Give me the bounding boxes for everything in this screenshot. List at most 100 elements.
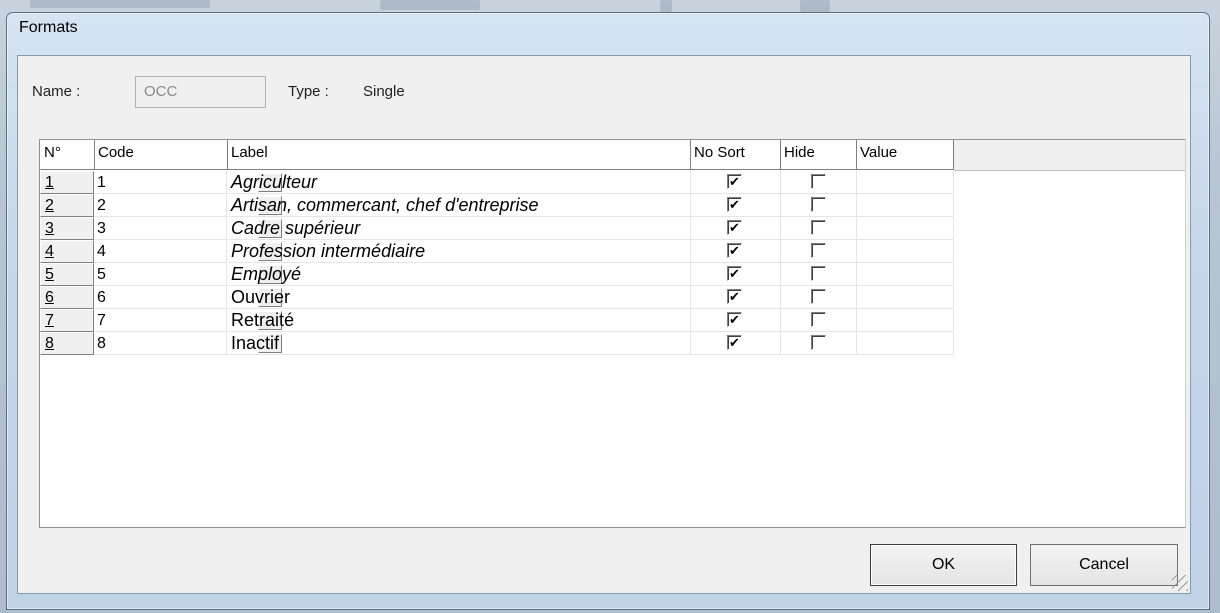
no-sort-cell: ✔ <box>691 332 781 355</box>
label-cell[interactable]: Artisan, commercant, chef d'entreprise <box>228 194 691 217</box>
value-cell[interactable] <box>857 171 954 194</box>
row-number-button[interactable]: 6 <box>40 286 94 309</box>
label-cell[interactable]: Profession intermédiaire <box>228 240 691 263</box>
code-value: 6 <box>97 289 106 306</box>
row-number-button[interactable]: 1 <box>40 171 94 194</box>
no-sort-checkbox[interactable]: ✔ <box>727 289 742 304</box>
code-value: 8 <box>97 335 106 352</box>
formats-dialog: Formats Name : OCC Type : Single N° Code… <box>6 12 1210 610</box>
label-cell[interactable]: Cadre supérieur <box>228 217 691 240</box>
code-cell[interactable]: 7 <box>95 309 282 332</box>
hide-checkbox[interactable] <box>811 312 826 327</box>
label-cell[interactable]: Ouvrier <box>228 286 691 309</box>
cancel-button[interactable]: Cancel <box>1030 544 1178 586</box>
code-cell[interactable]: 4 <box>95 240 282 263</box>
no-sort-checkbox[interactable]: ✔ <box>727 335 742 350</box>
column-header-number[interactable]: N° <box>40 140 95 170</box>
formats-grid[interactable]: N° Code Label No Sort Hide Value 1 1 Agric… <box>39 139 1186 528</box>
code-cell[interactable]: 1 <box>95 171 282 194</box>
hide-checkbox[interactable] <box>811 220 826 235</box>
column-header-hide[interactable]: Hide <box>781 140 857 170</box>
hide-cell <box>781 332 857 355</box>
hide-cell <box>781 217 857 240</box>
column-header-code[interactable]: Code <box>95 140 228 170</box>
value-cell[interactable] <box>857 263 954 286</box>
no-sort-cell: ✔ <box>691 309 781 332</box>
hide-checkbox[interactable] <box>811 243 826 258</box>
row-number-button[interactable]: 5 <box>40 263 94 286</box>
no-sort-checkbox[interactable]: ✔ <box>727 312 742 327</box>
table-row[interactable]: 4 4 Profession intermédiaire ✔ <box>40 240 954 263</box>
no-sort-cell: ✔ <box>691 194 781 217</box>
code-cell[interactable]: 6 <box>95 286 282 309</box>
no-sort-cell: ✔ <box>691 171 781 194</box>
value-cell[interactable] <box>857 217 954 240</box>
dialog-title: Formats <box>19 19 78 36</box>
no-sort-checkbox[interactable]: ✔ <box>727 197 742 212</box>
no-sort-cell: ✔ <box>691 240 781 263</box>
table-row[interactable]: 7 7 Retraité ✔ <box>40 309 954 332</box>
label-cell[interactable]: Employé <box>228 263 691 286</box>
no-sort-cell: ✔ <box>691 286 781 309</box>
label-cell[interactable]: Retraité <box>228 309 691 332</box>
row-number-button[interactable]: 3 <box>40 217 94 240</box>
row-number-button[interactable]: 7 <box>40 309 94 332</box>
code-cell[interactable]: 2 <box>95 194 282 217</box>
table-row[interactable]: 3 3 Cadre supérieur ✔ <box>40 217 954 240</box>
ok-button[interactable]: OK <box>870 544 1017 586</box>
row-number-button[interactable]: 2 <box>40 194 94 217</box>
background-window-blur <box>660 0 672 12</box>
column-header-no-sort[interactable]: No Sort <box>691 140 781 170</box>
code-cell[interactable]: 5 <box>95 263 282 286</box>
table-row[interactable]: 2 2 Artisan, commercant, chef d'entreprise… <box>40 194 954 217</box>
code-value: 7 <box>97 312 106 329</box>
table-row[interactable]: 8 8 Inactif ✔ <box>40 332 954 355</box>
code-value: 5 <box>97 266 106 283</box>
name-label: Name : <box>32 83 81 100</box>
header-filler <box>954 140 1185 171</box>
row-number-button[interactable]: 4 <box>40 240 94 263</box>
value-cell[interactable] <box>857 309 954 332</box>
no-sort-checkbox[interactable]: ✔ <box>727 220 742 235</box>
label-cell[interactable]: Inactif <box>228 332 691 355</box>
hide-cell <box>781 263 857 286</box>
table-row[interactable]: 1 1 Agriculteur ✔ <box>40 171 954 194</box>
no-sort-checkbox[interactable]: ✔ <box>727 266 742 281</box>
code-value: 4 <box>97 243 106 260</box>
label-cell[interactable]: Agriculteur <box>228 171 691 194</box>
background-window-blur <box>800 0 830 12</box>
column-header-value[interactable]: Value <box>857 140 954 170</box>
no-sort-checkbox[interactable]: ✔ <box>727 174 742 189</box>
hide-cell <box>781 240 857 263</box>
resize-grip-icon[interactable] <box>1172 575 1188 591</box>
background-window-blur <box>380 0 480 10</box>
hide-cell <box>781 309 857 332</box>
hide-checkbox[interactable] <box>811 197 826 212</box>
table-row[interactable]: 6 6 Ouvrier ✔ <box>40 286 954 309</box>
value-cell[interactable] <box>857 194 954 217</box>
no-sort-cell: ✔ <box>691 263 781 286</box>
code-value: 2 <box>97 197 106 214</box>
no-sort-cell: ✔ <box>691 217 781 240</box>
background-window-blur <box>30 0 210 8</box>
value-cell[interactable] <box>857 332 954 355</box>
code-value: 1 <box>97 174 106 191</box>
hide-checkbox[interactable] <box>811 174 826 189</box>
row-number-button[interactable]: 8 <box>40 332 94 355</box>
hide-checkbox[interactable] <box>811 335 826 350</box>
dialog-client-area: Name : OCC Type : Single N° Code Label N… <box>17 55 1191 594</box>
value-cell[interactable] <box>857 286 954 309</box>
type-value: Single <box>363 83 405 100</box>
hide-checkbox[interactable] <box>811 266 826 281</box>
type-label: Type : <box>288 83 329 100</box>
code-cell[interactable]: 3 <box>95 217 282 240</box>
hide-checkbox[interactable] <box>811 289 826 304</box>
name-field[interactable]: OCC <box>135 76 266 108</box>
no-sort-checkbox[interactable]: ✔ <box>727 243 742 258</box>
hide-cell <box>781 194 857 217</box>
value-cell[interactable] <box>857 240 954 263</box>
column-header-label[interactable]: Label <box>228 140 691 170</box>
hide-cell <box>781 171 857 194</box>
table-row[interactable]: 5 5 Employé ✔ <box>40 263 954 286</box>
code-cell[interactable]: 8 <box>95 332 282 355</box>
